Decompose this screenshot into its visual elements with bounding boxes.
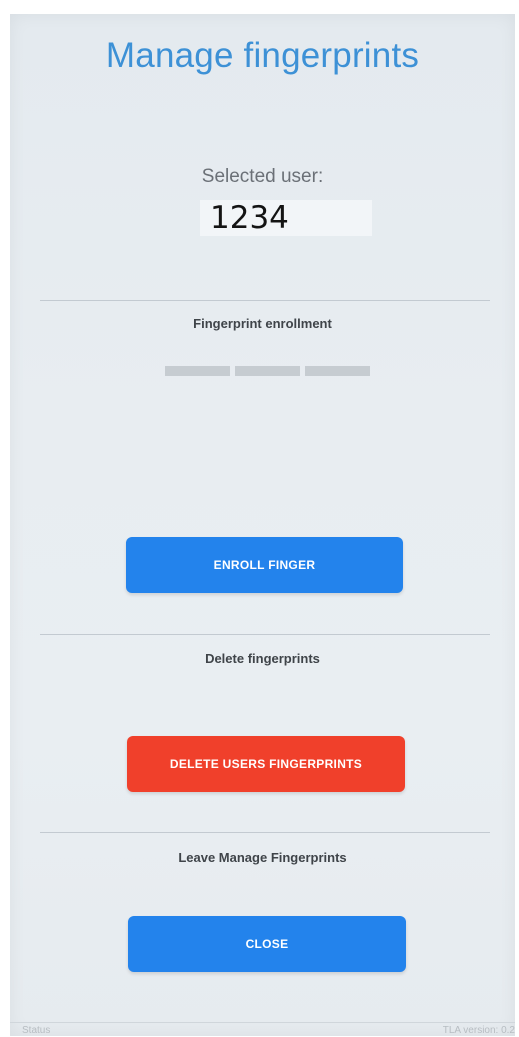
version-text: TLA version: 0.2 xyxy=(442,1025,515,1036)
progress-segment xyxy=(165,366,230,376)
enroll-finger-button[interactable]: ENROLL FINGER xyxy=(126,537,403,593)
status-bar: Status TLA version: 0.2 xyxy=(10,1022,515,1037)
delete-heading: Delete fingerprints xyxy=(205,651,320,666)
close-button[interactable]: CLOSE xyxy=(128,916,406,972)
selected-user-value: 1234 xyxy=(210,200,289,236)
divider xyxy=(40,634,490,635)
delete-users-fingerprints-button[interactable]: DELETE USERS FINGERPRINTS xyxy=(127,736,405,792)
enrollment-heading: Fingerprint enrollment xyxy=(193,316,332,331)
divider xyxy=(40,832,490,833)
status-text: Status xyxy=(22,1025,51,1036)
enrollment-progress-bar xyxy=(165,366,370,378)
manage-fingerprints-screen: Manage fingerprints Selected user: 1234 … xyxy=(10,14,515,1036)
progress-segment xyxy=(235,366,300,376)
leave-heading: Leave Manage Fingerprints xyxy=(178,850,347,865)
divider xyxy=(40,300,490,301)
page-title: Manage fingerprints xyxy=(105,36,420,75)
selected-user-label: Selected user: xyxy=(201,166,324,187)
selected-user-field[interactable]: 1234 xyxy=(200,200,372,236)
progress-segment xyxy=(305,366,370,376)
